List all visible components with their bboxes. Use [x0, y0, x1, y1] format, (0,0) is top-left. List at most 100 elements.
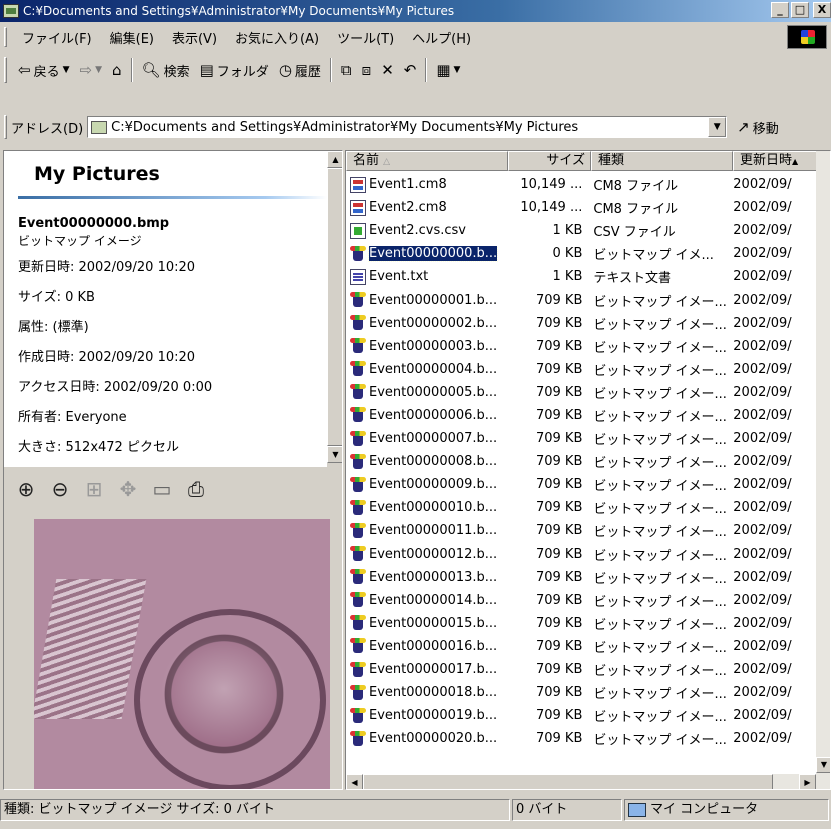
- address-input[interactable]: C:¥Documents and Settings¥Administrator¥…: [87, 116, 728, 138]
- file-name-cell[interactable]: Event00000012.b...: [346, 546, 506, 562]
- close-button[interactable]: X: [813, 2, 831, 18]
- file-name-cell[interactable]: Event00000014.b...: [346, 592, 506, 608]
- column-name-header[interactable]: 名前 △: [346, 151, 508, 171]
- file-row[interactable]: Event00000016.b... 709 KB ビットマップ イメー... 200…: [346, 635, 816, 658]
- file-row[interactable]: Event00000011.b... 709 KB ビットマップ イメー... 200…: [346, 519, 816, 542]
- file-row[interactable]: Event00000006.b... 709 KB ビットマップ イメー... 200…: [346, 404, 816, 427]
- menu-tools[interactable]: ツール(T): [328, 28, 403, 47]
- file-name-cell[interactable]: Event1.cm8: [346, 176, 506, 193]
- scroll-thumb[interactable]: [327, 168, 342, 446]
- file-name-cell[interactable]: Event00000016.b...: [346, 638, 506, 654]
- file-row[interactable]: Event00000010.b... 709 KB ビットマップ イメー... 200…: [346, 496, 816, 519]
- file-name-cell[interactable]: Event00000009.b...: [346, 476, 506, 493]
- scroll-up-icon[interactable]: ▲: [792, 157, 798, 166]
- horizontal-scroll-thumb[interactable]: [363, 774, 773, 789]
- scroll-right-button[interactable]: ▶: [799, 774, 816, 789]
- title-bar[interactable]: C:¥Documents and Settings¥Administrator¥…: [0, 0, 831, 22]
- file-row[interactable]: Event1.cm8 10,149 ... CM8 ファイル 2002/09/: [346, 173, 816, 196]
- minimize-button[interactable]: _: [771, 2, 789, 18]
- file-name-cell[interactable]: Event00000013.b...: [346, 569, 506, 585]
- print-icon[interactable]: ⎙: [184, 477, 208, 501]
- chevron-down-icon[interactable]: ▼: [454, 62, 461, 78]
- file-name-cell[interactable]: Event2.cm8: [346, 199, 506, 216]
- file-row[interactable]: Event00000003.b... 709 KB ビットマップ イメー... 200…: [346, 335, 816, 358]
- file-row[interactable]: Event00000005.b... 709 KB ビットマップ イメー... 200…: [346, 381, 816, 404]
- file-name-cell[interactable]: Event00000017.b...: [346, 661, 506, 678]
- undo-button[interactable]: ↶: [399, 56, 422, 84]
- file-row[interactable]: Event00000017.b... 709 KB ビットマップ イメー... 200…: [346, 658, 816, 681]
- file-name-cell[interactable]: Event00000001.b...: [346, 292, 506, 308]
- folders-button[interactable]: ▤ フォルダ: [195, 56, 274, 84]
- scroll-down-button[interactable]: ▼: [816, 757, 830, 773]
- scroll-up-button[interactable]: ▲: [327, 151, 342, 168]
- up-folder-button[interactable]: ⌂: [107, 56, 127, 84]
- file-name-cell[interactable]: Event00000005.b...: [346, 384, 506, 400]
- go-button[interactable]: ↗ 移動: [737, 118, 779, 137]
- file-row[interactable]: Event00000008.b... 709 KB ビットマップ イメー... 200…: [346, 450, 816, 473]
- toolbar-grip[interactable]: [4, 57, 7, 83]
- menu-view[interactable]: 表示(V): [163, 28, 226, 47]
- file-row[interactable]: Event00000020.b... 709 KB ビットマップ イメー... 200…: [346, 727, 816, 750]
- file-name-cell[interactable]: Event.txt: [346, 268, 506, 285]
- scroll-left-button[interactable]: ◀: [346, 774, 363, 789]
- file-name-cell[interactable]: Event00000020.b...: [346, 730, 506, 747]
- zoom-out-icon[interactable]: ⊖: [48, 477, 72, 501]
- file-name-cell[interactable]: Event00000015.b...: [346, 615, 506, 631]
- file-row[interactable]: Event00000007.b... 709 KB ビットマップ イメー... 200…: [346, 427, 816, 450]
- column-size-header[interactable]: サイズ: [508, 151, 591, 171]
- file-row[interactable]: Event00000002.b... 709 KB ビットマップ イメー... 200…: [346, 312, 816, 335]
- move-to-button[interactable]: ⧉: [336, 56, 357, 84]
- chevron-down-icon[interactable]: ▼: [63, 62, 70, 78]
- zoom-in-icon[interactable]: ⊕: [14, 477, 38, 501]
- file-name-cell[interactable]: Event00000004.b...: [346, 361, 506, 377]
- file-name-cell[interactable]: Event00000000.b...: [346, 245, 506, 262]
- list-horizontal-scrollbar[interactable]: ◀ ▶: [346, 774, 816, 789]
- file-name-cell[interactable]: Event00000003.b...: [346, 338, 506, 354]
- file-name-cell[interactable]: Event00000002.b...: [346, 315, 506, 331]
- actual-size-icon[interactable]: ✥: [116, 477, 140, 501]
- file-row[interactable]: Event00000012.b... 709 KB ビットマップ イメー... 200…: [346, 543, 816, 566]
- file-name-cell[interactable]: Event00000018.b...: [346, 684, 506, 701]
- file-row[interactable]: Event00000019.b... 709 KB ビットマップ イメー... 200…: [346, 704, 816, 727]
- file-row[interactable]: Event2.cm8 10,149 ... CM8 ファイル 2002/09/: [346, 196, 816, 219]
- file-name-cell[interactable]: Event00000019.b...: [346, 707, 506, 724]
- views-button[interactable]: ▦ ▼: [431, 56, 465, 84]
- menu-grip[interactable]: [4, 27, 7, 47]
- file-row[interactable]: Event00000018.b... 709 KB ビットマップ イメー... 200…: [346, 681, 816, 704]
- menu-file[interactable]: ファイル(F): [13, 28, 101, 47]
- address-grip[interactable]: [4, 115, 7, 139]
- menu-help[interactable]: ヘルプ(H): [403, 28, 480, 47]
- file-row[interactable]: Event00000013.b... 709 KB ビットマップ イメー... 200…: [346, 566, 816, 589]
- history-button[interactable]: ◷ 履歴: [274, 56, 326, 84]
- file-name-cell[interactable]: Event00000006.b...: [346, 407, 506, 423]
- list-vertical-scrollbar[interactable]: ▼: [816, 151, 830, 789]
- file-row[interactable]: Event.txt 1 KB テキスト文書 2002/09/: [346, 265, 816, 288]
- info-scrollbar[interactable]: ▲ ▼: [327, 151, 342, 467]
- full-screen-icon[interactable]: ▭: [150, 477, 174, 501]
- scroll-down-button[interactable]: ▼: [327, 446, 342, 463]
- file-row[interactable]: Event2.cvs.csv 1 KB CSV ファイル 2002/09/: [346, 219, 816, 242]
- column-type-header[interactable]: 種類: [591, 151, 733, 171]
- file-name-cell[interactable]: Event00000011.b...: [346, 522, 506, 539]
- address-dropdown-button[interactable]: ▼: [708, 117, 727, 137]
- chevron-down-icon[interactable]: ▼: [95, 62, 102, 78]
- file-row[interactable]: Event00000015.b... 709 KB ビットマップ イメー... 200…: [346, 612, 816, 635]
- file-name-cell[interactable]: Event00000007.b...: [346, 430, 506, 447]
- back-button[interactable]: ⇦ 戻る ▼: [13, 56, 75, 84]
- file-name-cell[interactable]: Event00000010.b...: [346, 499, 506, 516]
- file-row[interactable]: Event00000014.b... 709 KB ビットマップ イメー... 200…: [346, 589, 816, 612]
- copy-to-button[interactable]: ⧈: [357, 56, 377, 84]
- maximize-button[interactable]: □: [791, 2, 809, 18]
- best-fit-icon[interactable]: ⊞: [82, 477, 106, 501]
- file-row[interactable]: Event00000000.b... 0 KB ビットマップ イメ... 2002/0…: [346, 242, 816, 265]
- file-row[interactable]: Event00000004.b... 709 KB ビットマップ イメー... 200…: [346, 358, 816, 381]
- search-button[interactable]: 🔍︎ 検索: [137, 56, 195, 84]
- forward-button[interactable]: ⇨ ▼: [75, 56, 108, 84]
- menu-edit[interactable]: 編集(E): [101, 28, 163, 47]
- delete-button[interactable]: ✕: [376, 56, 399, 84]
- menu-favorites[interactable]: お気に入り(A): [226, 28, 328, 47]
- file-row[interactable]: Event00000009.b... 709 KB ビットマップ イメー... 200…: [346, 473, 816, 496]
- file-name-cell[interactable]: Event00000008.b...: [346, 453, 506, 470]
- file-name-cell[interactable]: Event2.cvs.csv: [346, 222, 506, 239]
- file-row[interactable]: Event00000001.b... 709 KB ビットマップ イメー... 200…: [346, 288, 816, 311]
